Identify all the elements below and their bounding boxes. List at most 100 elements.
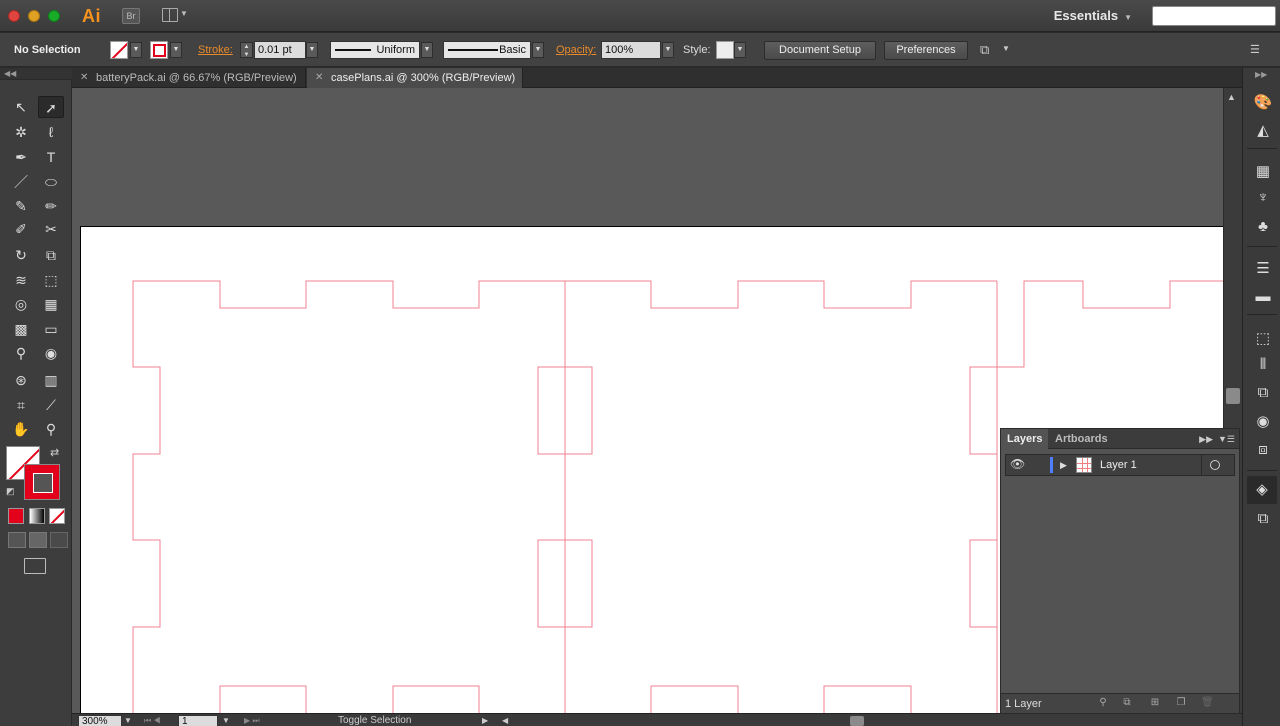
graphic-style-swatch[interactable] xyxy=(716,41,734,59)
blob-brush-tool-icon[interactable]: ✐ xyxy=(8,218,34,240)
pen-tool-icon[interactable]: ✒ xyxy=(8,146,34,168)
align-icon[interactable]: ⫴ xyxy=(1253,356,1273,374)
stroke-icon[interactable]: ☰ xyxy=(1253,260,1273,278)
symbol-sprayer-tool-icon[interactable]: ⊛ xyxy=(8,369,34,391)
screen-mode-icon[interactable] xyxy=(24,558,46,574)
symbols-icon[interactable]: ♣ xyxy=(1253,218,1273,236)
chevron-down-icon[interactable]: ▼ xyxy=(124,714,132,726)
fill-dropdown[interactable]: ▼ xyxy=(130,42,142,58)
gradient-icon[interactable]: ▬ xyxy=(1253,288,1273,306)
artboard-tool-icon[interactable]: ⌗ xyxy=(8,394,34,416)
scroll-up-icon[interactable]: ▲ xyxy=(1227,92,1236,102)
preferences-button[interactable]: Preferences xyxy=(884,41,968,60)
panel-menu-icon[interactable]: ▶▶ ▼☰ xyxy=(1199,429,1235,449)
shape-builder-tool-icon[interactable]: ◎ xyxy=(8,293,34,315)
ellipse-tool-icon[interactable]: ⬭ xyxy=(38,171,64,193)
color-guide-icon[interactable]: ◭ xyxy=(1253,122,1273,140)
warp-tool-icon[interactable]: ≋ xyxy=(8,269,34,291)
opacity-input[interactable]: 100% xyxy=(601,41,661,59)
close-window-button[interactable] xyxy=(8,10,20,22)
workspace-switcher[interactable]: Essentials ▼ xyxy=(1040,0,1140,32)
layers-icon[interactable]: ◈ xyxy=(1247,476,1277,504)
zoom-tool-icon[interactable]: ⚲ xyxy=(38,418,64,440)
selection-tool-icon[interactable]: ↖ xyxy=(8,96,34,118)
paintbrush-tool-icon[interactable]: ✎ xyxy=(8,195,34,217)
magic-wand-tool-icon[interactable]: ✲ xyxy=(8,121,34,143)
brush-definition[interactable]: Basic xyxy=(443,41,531,59)
gradient-mode-icon[interactable] xyxy=(29,508,45,524)
isolate-icon[interactable]: ⧉ xyxy=(980,42,989,58)
brush-dropdown[interactable]: ▼ xyxy=(532,42,544,58)
bridge-button[interactable]: Br xyxy=(122,8,140,24)
panel-menu-icon[interactable]: ☰ xyxy=(1250,43,1260,56)
tab-batterypack[interactable]: ✕ batteryPack.ai @ 66.67% (RGB/Preview) xyxy=(72,68,306,88)
slice-tool-icon[interactable]: ⟋ xyxy=(38,394,64,416)
scroll-left-icon[interactable]: ◀ xyxy=(502,714,508,726)
default-fill-stroke-icon[interactable]: ◩ xyxy=(6,486,18,498)
search-input[interactable] xyxy=(1152,6,1276,26)
type-tool-icon[interactable]: T xyxy=(38,146,64,168)
collapse-dock-icon[interactable]: ▶▶ xyxy=(1255,70,1267,79)
zoom-window-button[interactable] xyxy=(48,10,60,22)
lasso-tool-icon[interactable]: ℓ xyxy=(38,121,64,143)
close-tab-icon[interactable]: ✕ xyxy=(315,68,323,88)
blend-tool-icon[interactable]: ◉ xyxy=(38,342,64,364)
mesh-tool-icon[interactable]: ▩ xyxy=(8,318,34,340)
draw-inside-icon[interactable] xyxy=(50,532,68,548)
artboard-number-field[interactable]: 1 xyxy=(178,715,218,726)
make-clipping-mask-icon[interactable]: ⧉ xyxy=(1121,697,1133,710)
document-setup-button[interactable]: Document Setup xyxy=(764,41,876,60)
direct-selection-tool-icon[interactable]: ➚ xyxy=(38,96,64,118)
status-menu[interactable]: Toggle Selection xyxy=(338,714,411,726)
profile-dropdown[interactable]: ▼ xyxy=(421,42,433,58)
layer-row[interactable]: 👁 ▶ Layer 1 xyxy=(1005,454,1235,476)
stroke-label[interactable]: Stroke: xyxy=(198,33,233,67)
visibility-eye-icon[interactable]: 👁 xyxy=(1010,457,1025,473)
none-mode-icon[interactable] xyxy=(49,508,65,524)
locate-object-icon[interactable]: ⚲ xyxy=(1097,697,1109,710)
style-dropdown[interactable]: ▼ xyxy=(734,42,746,58)
swap-fill-stroke-icon[interactable]: ⇄ xyxy=(50,446,59,459)
layer-name[interactable]: Layer 1 xyxy=(1100,455,1137,475)
stroke-weight-stepper[interactable]: ▲ ▼ xyxy=(240,42,253,58)
new-layer-icon[interactable]: ❐ xyxy=(1175,697,1187,710)
eyedropper-tool-icon[interactable]: ⚲ xyxy=(8,342,34,364)
delete-layer-icon[interactable]: 🗑 xyxy=(1201,697,1214,710)
tools-panel-collapse[interactable]: ◀◀ xyxy=(0,68,72,80)
color-mode-icon[interactable] xyxy=(8,508,24,524)
arrange-documents-button[interactable]: ▼ xyxy=(162,8,190,24)
stroke-weight-dropdown[interactable]: ▼ xyxy=(306,42,318,58)
stroke-swatch[interactable] xyxy=(150,41,168,59)
fill-swatch[interactable] xyxy=(110,41,128,59)
status-menu-arrow-icon[interactable]: ▶ xyxy=(482,714,488,726)
expand-layer-icon[interactable]: ▶ xyxy=(1060,457,1067,473)
chevron-down-icon[interactable]: ▼ xyxy=(1002,44,1010,53)
first-artboard-icon[interactable]: ⏮ ◀ xyxy=(144,714,161,726)
stroke-weight-input[interactable]: 0.01 pt xyxy=(254,41,306,59)
next-artboard-icon[interactable]: ▶ ⏭ xyxy=(244,714,260,726)
chevron-down-icon[interactable]: ▼ xyxy=(222,714,230,726)
minimize-window-button[interactable] xyxy=(28,10,40,22)
perspective-grid-tool-icon[interactable]: ▦ xyxy=(38,293,64,315)
hand-tool-icon[interactable]: ✋ xyxy=(8,418,34,440)
horizontal-scroll-thumb[interactable] xyxy=(850,716,864,726)
column-graph-tool-icon[interactable]: ▥ xyxy=(38,369,64,391)
color-icon[interactable]: 🎨 xyxy=(1253,94,1273,112)
layer-target-icon[interactable] xyxy=(1210,460,1220,470)
pencil-tool-icon[interactable]: ✏ xyxy=(38,195,64,217)
tab-artboards[interactable]: Artboards xyxy=(1049,429,1114,449)
scissors-tool-icon[interactable]: ✂ xyxy=(38,218,64,240)
stroke-color-box[interactable] xyxy=(24,464,60,500)
scale-tool-icon[interactable]: ⧉ xyxy=(38,244,64,266)
opacity-label[interactable]: Opacity: xyxy=(556,33,596,67)
draw-behind-icon[interactable] xyxy=(29,532,47,548)
draw-normal-icon[interactable] xyxy=(8,532,26,548)
close-tab-icon[interactable]: ✕ xyxy=(80,68,88,88)
transform-icon[interactable]: ⬚ xyxy=(1253,330,1273,348)
swatches-icon[interactable]: ▦ xyxy=(1253,163,1273,181)
brushes-icon[interactable]: ♆ xyxy=(1253,189,1273,207)
appearance-icon[interactable]: ◉ xyxy=(1253,413,1273,431)
tab-caseplans[interactable]: ✕ casePlans.ai @ 300% (RGB/Preview) xyxy=(307,68,523,88)
artboards-icon[interactable]: ⧉ xyxy=(1253,510,1273,528)
zoom-level-field[interactable]: 300% xyxy=(78,715,122,726)
